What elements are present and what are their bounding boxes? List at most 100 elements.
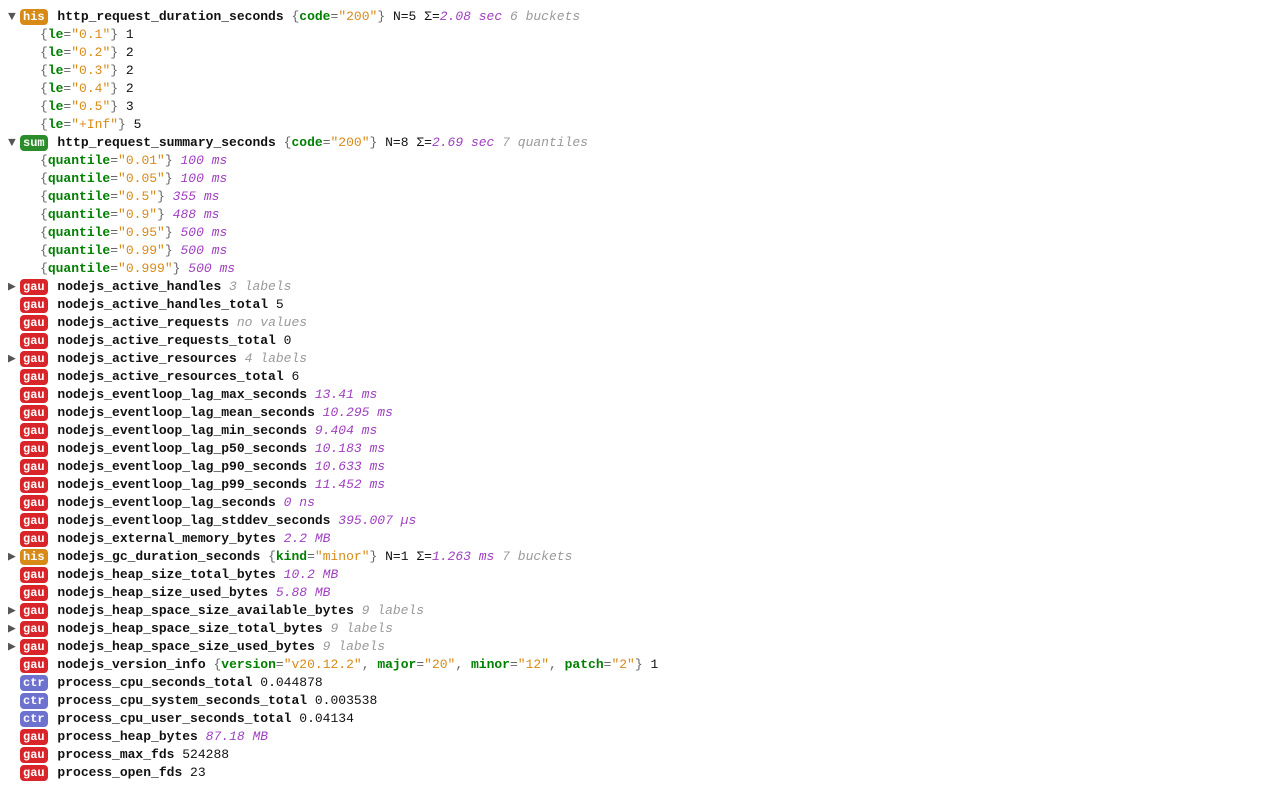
brace-open: {	[40, 225, 48, 240]
expand-toggle[interactable]: ▶	[8, 602, 20, 620]
label-key: le	[48, 27, 64, 42]
metric-name: nodejs_active_requests_total	[57, 333, 275, 348]
metric-value: 7 buckets	[494, 549, 572, 564]
equals: =	[110, 171, 118, 186]
metric-row: gau nodejs_active_handles_total 5	[8, 296, 1272, 314]
label-value: "0.1"	[71, 27, 110, 42]
label-key: le	[48, 117, 64, 132]
metric-child-row: {le="0.5"} 3	[8, 98, 1272, 116]
comma: ,	[549, 657, 565, 672]
type-badge-gau: gau	[20, 657, 48, 673]
metrics-tree: ▼his http_request_duration_seconds {code…	[8, 8, 1272, 782]
type-badge-gau: gau	[20, 729, 48, 745]
value: 500 ms	[180, 261, 235, 276]
metric-row: ▶gau nodejs_heap_space_size_used_bytes 9…	[8, 638, 1272, 656]
metric-value: N=8 Σ=	[377, 135, 432, 150]
label-value: "0.95"	[118, 225, 165, 240]
equals: =	[416, 657, 424, 672]
metric-child-row: {le="0.2"} 2	[8, 44, 1272, 62]
metric-name: process_cpu_system_seconds_total	[57, 693, 307, 708]
metric-value: 395.007 µs	[330, 513, 416, 528]
label-value: "+Inf"	[71, 117, 118, 132]
expand-toggle[interactable]: ▶	[8, 278, 20, 296]
label-value: "0.01"	[118, 153, 165, 168]
value: 2	[118, 63, 134, 78]
metric-row: ▶gau nodejs_heap_space_size_available_by…	[8, 602, 1272, 620]
metric-value: 2.08 sec	[440, 9, 502, 24]
metric-child-row: {quantile="0.99"} 500 ms	[8, 242, 1272, 260]
equals: =	[110, 225, 118, 240]
metric-row: gau nodejs_active_requests_total 0	[8, 332, 1272, 350]
expand-toggle[interactable]: ▶	[8, 620, 20, 638]
metric-value: 0 ns	[276, 495, 315, 510]
expand-toggle[interactable]: ▼	[8, 134, 20, 152]
expand-toggle[interactable]: ▶	[8, 350, 20, 368]
metric-row: ▼his http_request_duration_seconds {code…	[8, 8, 1272, 26]
type-badge-gau: gau	[20, 513, 48, 529]
brace-close: }	[110, 99, 118, 114]
type-badge-gau: gau	[20, 585, 48, 601]
value: 355 ms	[165, 189, 220, 204]
metric-value: 524288	[174, 747, 229, 762]
expand-toggle[interactable]: ▶	[8, 638, 20, 656]
metric-value: no values	[229, 315, 307, 330]
metric-name: http_request_duration_seconds	[57, 9, 283, 24]
metric-value: 3 labels	[221, 279, 291, 294]
value: 2	[118, 81, 134, 96]
metric-name: nodejs_active_handles_total	[57, 297, 268, 312]
label-key: minor	[471, 657, 510, 672]
metric-name: nodejs_version_info	[57, 657, 205, 672]
value: 100 ms	[173, 171, 228, 186]
expand-toggle[interactable]: ▼	[8, 8, 20, 26]
metric-row: gau nodejs_heap_size_total_bytes 10.2 MB	[8, 566, 1272, 584]
value: 100 ms	[173, 153, 228, 168]
metric-child-row: {quantile="0.95"} 500 ms	[8, 224, 1272, 242]
metric-row: gau nodejs_eventloop_lag_min_seconds 9.4…	[8, 422, 1272, 440]
metric-child-row: {le="+Inf"} 5	[8, 116, 1272, 134]
equals: =	[110, 189, 118, 204]
metric-row: gau process_heap_bytes 87.18 MB	[8, 728, 1272, 746]
label-key: major	[377, 657, 416, 672]
label-key: le	[48, 63, 64, 78]
metric-row: gau process_max_fds 524288	[8, 746, 1272, 764]
brace-open: {	[284, 9, 300, 24]
metric-name: process_heap_bytes	[57, 729, 197, 744]
type-badge-gau: gau	[20, 765, 48, 781]
metric-name: nodejs_heap_space_size_available_bytes	[57, 603, 353, 618]
value: 488 ms	[165, 207, 220, 222]
metric-name: nodejs_active_resources	[57, 351, 236, 366]
type-badge-gau: gau	[20, 567, 48, 583]
metric-child-row: {quantile="0.01"} 100 ms	[8, 152, 1272, 170]
metric-value: 2.69 sec	[432, 135, 494, 150]
metric-value: 7 quantiles	[494, 135, 588, 150]
type-badge-ctr: ctr	[20, 693, 48, 709]
metric-value: 0.04134	[291, 711, 353, 726]
metric-row: ▶his nodejs_gc_duration_seconds {kind="m…	[8, 548, 1272, 566]
label-key: quantile	[48, 171, 110, 186]
equals: =	[323, 135, 331, 150]
brace-open: {	[40, 81, 48, 96]
label-value: "0.5"	[118, 189, 157, 204]
label-value: "12"	[518, 657, 549, 672]
metric-value: 13.41 ms	[307, 387, 377, 402]
metric-row: gau nodejs_eventloop_lag_seconds 0 ns	[8, 494, 1272, 512]
expand-toggle[interactable]: ▶	[8, 548, 20, 566]
metric-name: nodejs_external_memory_bytes	[57, 531, 275, 546]
metric-value: 10.295 ms	[315, 405, 393, 420]
metric-name: nodejs_active_resources_total	[57, 369, 283, 384]
metric-child-row: {quantile="0.9"} 488 ms	[8, 206, 1272, 224]
metric-value: 23	[182, 765, 205, 780]
equals: =	[307, 549, 315, 564]
metric-value: 10.633 ms	[307, 459, 385, 474]
type-badge-gau: gau	[20, 459, 48, 475]
metric-row: gau nodejs_eventloop_lag_p90_seconds 10.…	[8, 458, 1272, 476]
metric-row: ▼sum http_request_summary_seconds {code=…	[8, 134, 1272, 152]
label-key: quantile	[48, 189, 110, 204]
value: 5	[126, 117, 142, 132]
label-value: "20"	[424, 657, 455, 672]
label-value: "200"	[338, 9, 377, 24]
type-badge-gau: gau	[20, 333, 48, 349]
brace-close: }	[157, 189, 165, 204]
label-key: quantile	[48, 153, 110, 168]
metric-name: nodejs_eventloop_lag_p99_seconds	[57, 477, 307, 492]
